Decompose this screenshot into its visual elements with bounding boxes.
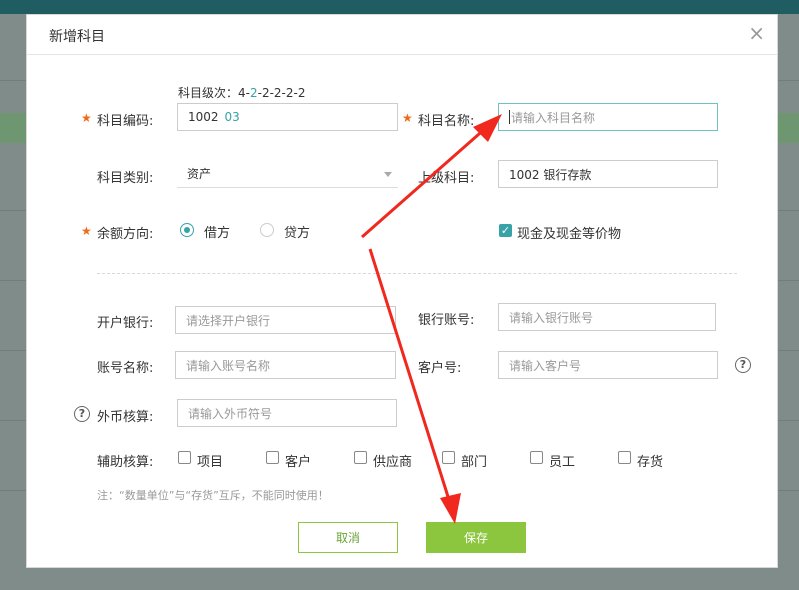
subject-code-suffix: 03 (224, 110, 240, 124)
aux-inventory-label[interactable]: 存货 (637, 451, 663, 470)
chevron-down-icon (384, 172, 392, 177)
aux-supplier-checkbox[interactable] (354, 451, 367, 464)
subject-code-label: 科目编码: (97, 114, 154, 129)
foreign-currency-placeholder: 请输入外币符号 (188, 406, 273, 421)
aux-employee-checkbox[interactable] (530, 451, 543, 464)
cash-equivalent-label[interactable]: 现金及现金等价物 (517, 223, 621, 242)
foreign-currency-input[interactable]: 请输入外币符号 (177, 399, 397, 427)
aux-department-checkbox[interactable] (442, 451, 455, 464)
required-star-icon: ★ (81, 111, 92, 125)
background-app-header (0, 0, 799, 14)
section-divider (97, 273, 737, 274)
required-star-icon: ★ (81, 224, 92, 238)
question-icon[interactable]: ? (74, 406, 90, 422)
customer-no-label: 客户号: (418, 361, 462, 376)
account-name-input[interactable]: 请输入账号名称 (175, 351, 396, 379)
auxiliary-label: 辅助核算: (97, 455, 154, 470)
cancel-button[interactable]: 取消 (298, 522, 398, 553)
save-button[interactable]: 保存 (426, 522, 526, 553)
aux-customer-label[interactable]: 客户 (285, 451, 311, 470)
radio-credit[interactable] (260, 223, 274, 237)
bank-account-input[interactable]: 请输入银行账号 (498, 303, 716, 331)
code-level-prefix: 科目级次： (178, 86, 239, 100)
subject-category-select[interactable]: 资产 (177, 160, 398, 188)
cash-equivalent-checkbox[interactable]: ✓ (499, 224, 512, 237)
subject-name-placeholder: 请输入科目名称 (511, 110, 596, 125)
bank-placeholder: 请选择开户银行 (186, 313, 271, 328)
aux-department-label[interactable]: 部门 (461, 451, 487, 470)
add-subject-dialog: 新增科目 × 科目级次：4-2-2-2-2-2 ★ 科目编码: 1002 03 … (26, 14, 778, 568)
parent-subject-input[interactable]: 1002 银行存款 (498, 160, 718, 188)
question-icon[interactable]: ? (735, 357, 751, 373)
bank-account-placeholder: 请输入银行账号 (509, 310, 594, 325)
radio-debit-label[interactable]: 借方 (204, 222, 230, 241)
customer-no-input[interactable]: 请输入客户号 (498, 351, 718, 379)
customer-no-placeholder: 请输入客户号 (509, 358, 582, 373)
aux-inventory-checkbox[interactable] (618, 451, 631, 464)
aux-supplier-label[interactable]: 供应商 (373, 451, 412, 470)
aux-project-checkbox[interactable] (178, 451, 191, 464)
text-cursor (509, 110, 510, 124)
dialog-header: 新增科目 × (27, 15, 777, 55)
account-name-placeholder: 请输入账号名称 (186, 358, 271, 373)
aux-employee-label[interactable]: 员工 (549, 451, 575, 470)
subject-code-input[interactable]: 1002 03 (177, 103, 398, 131)
account-name-label: 账号名称: (97, 361, 154, 376)
code-level-rest: -2-2-2-2 (257, 86, 306, 100)
dialog-title: 新增科目 (49, 29, 105, 45)
parent-subject-label: 上级科目: (418, 171, 475, 186)
subject-category-value: 资产 (187, 167, 212, 181)
balance-direction-label: 余额方向: (97, 227, 154, 242)
radio-debit[interactable] (180, 223, 194, 237)
bank-account-label: 银行账号: (418, 313, 475, 328)
aux-customer-checkbox[interactable] (266, 451, 279, 464)
radio-credit-label[interactable]: 贷方 (284, 222, 310, 241)
bank-label: 开户银行: (97, 316, 154, 331)
subject-name-input[interactable]: 请输入科目名称 (498, 103, 718, 131)
subject-name-label: 科目名称: (418, 114, 475, 129)
required-star-icon: ★ (402, 111, 413, 125)
code-level-current: 2 (249, 86, 258, 100)
bank-select[interactable]: 请选择开户银行 (175, 306, 396, 334)
aux-project-label[interactable]: 项目 (197, 451, 223, 470)
code-level-hint: 科目级次：4-2-2-2-2-2 (178, 84, 305, 101)
foreign-currency-label: 外币核算: (97, 410, 154, 425)
close-icon[interactable]: × (748, 23, 765, 43)
code-level-first: 4- (238, 86, 250, 100)
exclusion-note: 注：“数量单位”与“存货”互斥，不能同时使用！ (97, 489, 329, 502)
subject-category-label: 科目类别: (97, 171, 154, 186)
parent-subject-value: 1002 银行存款 (509, 167, 592, 182)
subject-code-prefix: 1002 (188, 110, 219, 124)
